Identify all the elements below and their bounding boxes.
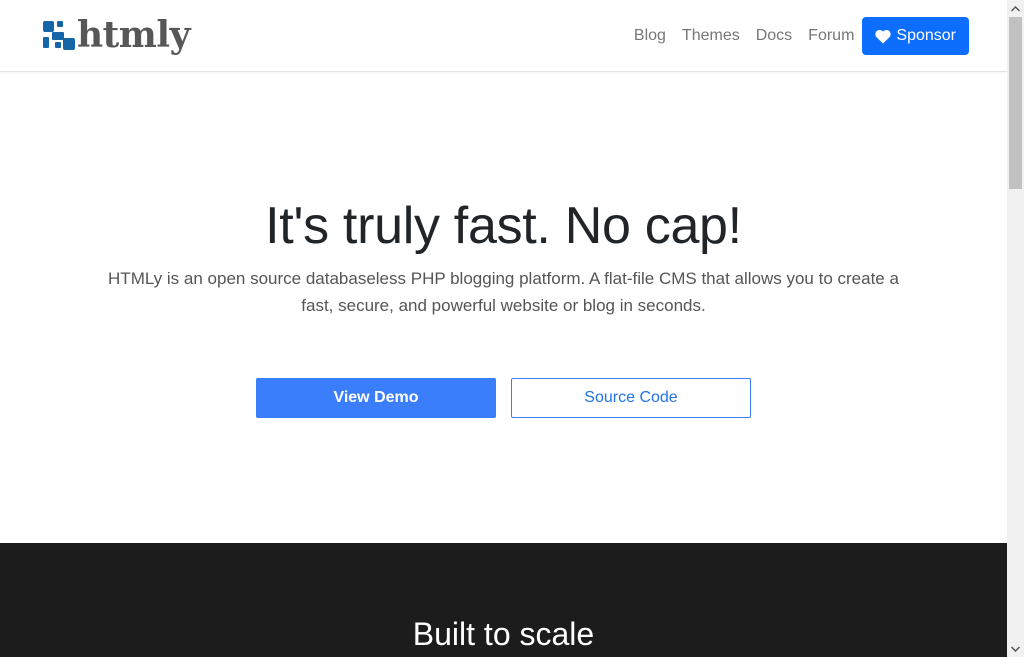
heart-icon bbox=[875, 29, 892, 43]
brand-logo-link[interactable]: htmly bbox=[41, 14, 191, 58]
htmly-logo-icon bbox=[43, 21, 75, 50]
hero-subtitle: HTMLy is an open source databaseless PHP… bbox=[108, 269, 899, 315]
nav-link-themes[interactable]: Themes bbox=[682, 17, 740, 55]
top-navbar: htmly Blog Themes Docs Forum Sponsor bbox=[0, 0, 1007, 72]
source-code-button[interactable]: Source Code bbox=[511, 378, 751, 418]
hero-title: It's truly fast. No cap! bbox=[265, 197, 742, 255]
vertical-scrollbar[interactable] bbox=[1007, 0, 1024, 657]
nav-link-forum[interactable]: Forum bbox=[808, 17, 854, 55]
page: htmly Blog Themes Docs Forum Sponsor It'… bbox=[0, 0, 1007, 657]
nav-link-blog[interactable]: Blog bbox=[634, 17, 666, 55]
scroll-up-arrow-icon[interactable] bbox=[1007, 0, 1024, 17]
nav-link-docs[interactable]: Docs bbox=[756, 17, 792, 55]
sponsor-button[interactable]: Sponsor bbox=[862, 17, 969, 55]
features-section: Built to scale bbox=[0, 543, 1007, 657]
brand-name: htmly bbox=[77, 14, 191, 56]
scroll-down-arrow-icon[interactable] bbox=[1007, 640, 1024, 657]
scrollbar-thumb[interactable] bbox=[1009, 17, 1022, 189]
main-nav: Blog Themes Docs Forum Sponsor bbox=[634, 17, 969, 55]
section-title: Built to scale bbox=[412, 616, 595, 652]
view-demo-button[interactable]: View Demo bbox=[256, 378, 496, 418]
sponsor-label: Sponsor bbox=[896, 27, 956, 44]
